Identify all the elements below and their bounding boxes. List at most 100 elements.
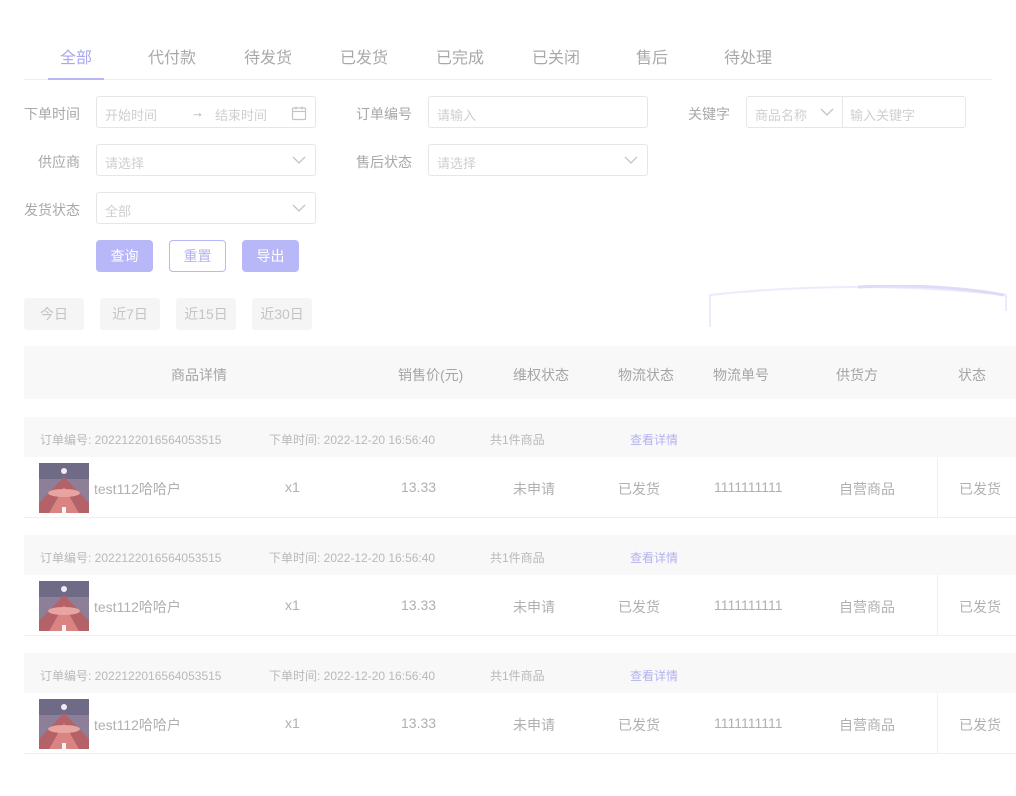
rights-status: 未申请 <box>513 599 555 615</box>
col-product: 商品详情 <box>171 367 227 383</box>
order-time-range-picker[interactable]: 开始时间 → 结束时间 <box>96 96 316 128</box>
keyword-group: 商品名称 输入关键字 <box>746 96 966 128</box>
order-no-text: 订单编号: 2022122016564053515 <box>40 433 222 447</box>
tracking-number: 1111111111 <box>714 479 783 495</box>
item-count-text: 共1件商品 <box>490 551 545 565</box>
tab-to-ship[interactable]: 待发货 <box>244 44 292 68</box>
supplier-placeholder: 请选择 <box>105 156 145 171</box>
table-row: test112哈哈户 x1 13.33 未申请 已发货 1111111111 自… <box>24 457 938 518</box>
view-detail-link[interactable]: 查看详情 <box>630 667 678 684</box>
chevron-down-icon <box>624 156 638 164</box>
supplier: 自营商品 <box>839 599 895 615</box>
quantity: x1 <box>285 715 300 731</box>
after-sale-status-placeholder: 请选择 <box>437 156 477 171</box>
calendar-icon <box>291 106 307 121</box>
order-no-label: 订单编号 <box>356 106 412 122</box>
chevron-down-icon <box>292 156 306 164</box>
price: 13.33 <box>401 479 437 495</box>
end-time-placeholder[interactable]: 结束时间 <box>215 105 267 124</box>
tracking-number: 1111111111 <box>714 597 783 613</box>
price: 13.33 <box>401 715 437 731</box>
range-15d-button[interactable]: 近15日 <box>176 298 236 330</box>
range-arrow-icon: → <box>191 105 204 120</box>
product-name: test112哈哈户 <box>94 717 181 733</box>
order-no-placeholder: 请输入 <box>437 108 477 123</box>
after-sale-status-select[interactable]: 请选择 <box>428 144 648 176</box>
order-time-label: 下单时间 <box>24 106 80 122</box>
keyword-input[interactable]: 输入关键字 <box>850 105 915 124</box>
chevron-down-icon <box>820 108 834 116</box>
keyword-label: 关键字 <box>688 106 730 122</box>
view-detail-link[interactable]: 查看详情 <box>630 431 678 448</box>
chevron-down-icon <box>292 204 306 212</box>
order-time-text: 下单时间: 2022-12-20 16:56:40 <box>269 669 436 683</box>
quantity: x1 <box>285 597 300 613</box>
view-detail-link[interactable]: 查看详情 <box>630 549 678 566</box>
order-header: 订单编号: 2022122016564053515 下单时间: 2022-12-… <box>24 653 1016 693</box>
status-cell: 已发货 <box>938 693 1016 754</box>
status-cell: 已发货 <box>938 575 1016 636</box>
col-rights: 维权状态 <box>513 367 569 383</box>
rights-status: 未申请 <box>513 481 555 497</box>
keyword-type-value: 商品名称 <box>755 108 808 123</box>
table-row: test112哈哈户 x1 13.33 未申请 已发货 1111111111 自… <box>24 575 938 636</box>
ship-status-label: 发货状态 <box>24 202 80 218</box>
col-price: 销售价(元) <box>398 367 464 383</box>
order-time-text: 下单时间: 2022-12-20 16:56:40 <box>269 551 436 565</box>
tab-completed[interactable]: 已完成 <box>436 44 484 68</box>
col-logistics: 物流状态 <box>618 367 674 383</box>
product-thumbnail <box>39 581 89 631</box>
tab-to-process[interactable]: 待处理 <box>724 44 772 68</box>
quantity: x1 <box>285 479 300 495</box>
item-count-text: 共1件商品 <box>490 669 545 683</box>
tab-after-sales[interactable]: 售后 <box>636 44 668 68</box>
order-time-text: 下单时间: 2022-12-20 16:56:40 <box>269 433 436 447</box>
range-7d-button[interactable]: 近7日 <box>100 298 160 330</box>
after-sale-status-label: 售后状态 <box>356 154 412 170</box>
supplier-select[interactable]: 请选择 <box>96 144 316 176</box>
order-status: 已发货 <box>959 481 1001 497</box>
export-button[interactable]: 导出 <box>242 240 299 272</box>
order-no-text: 订单编号: 2022122016564053515 <box>40 669 222 683</box>
col-supplier: 供货方 <box>836 367 878 383</box>
ship-status-select[interactable]: 全部 <box>96 192 316 224</box>
product-thumbnail <box>39 699 89 749</box>
decorative-arc <box>709 285 1007 327</box>
product-name: test112哈哈户 <box>94 599 181 615</box>
col-status: 状态 <box>958 367 986 383</box>
table-row: test112哈哈户 x1 13.33 未申请 已发货 1111111111 自… <box>24 693 938 754</box>
order-header: 订单编号: 2022122016564053515 下单时间: 2022-12-… <box>24 535 1016 575</box>
item-count-text: 共1件商品 <box>490 433 545 447</box>
start-time-placeholder[interactable]: 开始时间 <box>105 105 157 124</box>
tab-closed[interactable]: 已关闭 <box>532 44 580 68</box>
tracking-number: 1111111111 <box>714 715 783 731</box>
logistics-status: 已发货 <box>618 599 660 615</box>
range-today-button[interactable]: 今日 <box>24 298 84 330</box>
reset-button[interactable]: 重置 <box>169 240 226 272</box>
status-cell: 已发货 <box>938 457 1016 518</box>
price: 13.33 <box>401 597 437 613</box>
order-tabs: 全部 代付款 待发货 已发货 已完成 已关闭 售后 待处理 <box>24 30 992 80</box>
ship-status-value: 全部 <box>105 204 132 219</box>
order-status: 已发货 <box>959 717 1001 733</box>
logistics-status: 已发货 <box>618 481 660 497</box>
query-button[interactable]: 查询 <box>96 240 153 272</box>
order-header: 订单编号: 2022122016564053515 下单时间: 2022-12-… <box>24 417 1016 457</box>
tab-shipped[interactable]: 已发货 <box>340 44 388 68</box>
table-header: 商品详情 销售价(元) 维权状态 物流状态 物流单号 供货方 状态 <box>24 346 1016 399</box>
supplier-label: 供应商 <box>38 154 80 170</box>
order-status: 已发货 <box>959 599 1001 615</box>
order-no-text: 订单编号: 2022122016564053515 <box>40 551 222 565</box>
product-name: test112哈哈户 <box>94 481 181 497</box>
supplier: 自营商品 <box>839 717 895 733</box>
tab-pending-payment[interactable]: 代付款 <box>148 44 196 68</box>
tab-all[interactable]: 全部 <box>60 44 92 68</box>
range-30d-button[interactable]: 近30日 <box>252 298 312 330</box>
product-thumbnail <box>39 463 89 513</box>
supplier: 自营商品 <box>839 481 895 497</box>
col-tracking: 物流单号 <box>713 367 769 383</box>
logistics-status: 已发货 <box>618 717 660 733</box>
keyword-type-select[interactable]: 商品名称 <box>747 97 843 127</box>
active-tab-indicator <box>48 78 104 80</box>
order-no-input[interactable]: 请输入 <box>428 96 648 128</box>
